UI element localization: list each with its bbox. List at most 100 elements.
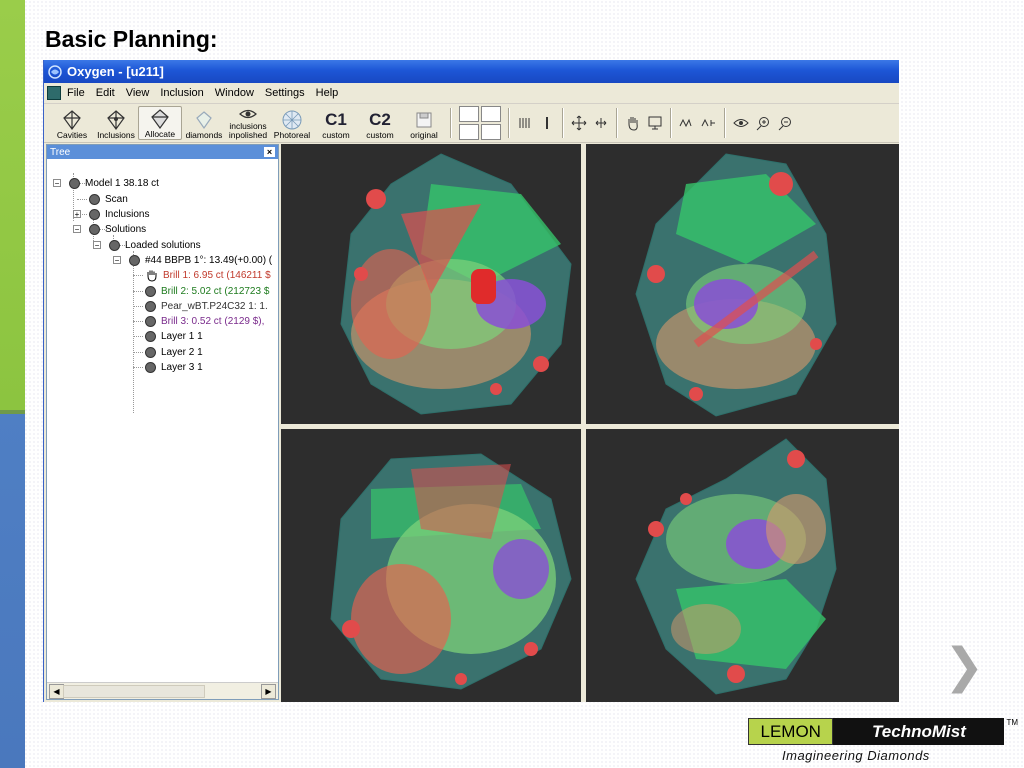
toolbar-separator [508,108,510,138]
viewport-top-right[interactable] [586,144,899,424]
tree-collapse-toggle[interactable]: − [113,256,121,265]
tree-item-brill-2[interactable]: Brill 2: 5.02 ct (212723 $ [145,284,269,298]
node-sphere-icon [89,223,100,235]
logo-trademark: TM [1006,718,1018,727]
next-slide-arrow-icon[interactable]: ❯ [944,638,984,694]
tree-item-layer-1[interactable]: Layer 1 1 [145,329,203,343]
node-sphere-icon [145,315,156,327]
pan-arrows-icon [595,118,607,128]
measure-1-button[interactable] [676,113,698,133]
pan-button[interactable] [590,113,612,133]
zoom-in-button[interactable] [752,113,774,133]
tree-item-loaded-solutions[interactable]: Loaded solutions [109,238,201,252]
diamonds-button[interactable]: diamonds [182,106,226,140]
close-icon[interactable]: × [264,147,275,157]
viewport-bottom-left[interactable] [281,429,581,702]
tree-connector [133,336,143,337]
measure-2-button[interactable] [698,113,720,133]
diamond-allocate-icon [151,109,169,129]
tree-item-pear[interactable]: Pear_wBT.P24C32 1: 1. [145,299,268,313]
tree-collapse-toggle[interactable]: − [93,241,101,250]
tree-item-layer-3[interactable]: Layer 3 1 [145,360,203,374]
c2-custom-button[interactable]: C2 custom [358,106,402,140]
floppy-icon [416,112,432,128]
tree-header: Tree × [47,145,278,159]
tree-item-solution-44[interactable]: #44 BBPB 1°: 13.49(+0.00) ( [129,253,272,267]
tree-collapse-toggle[interactable]: − [73,225,81,234]
node-sphere-icon [145,361,156,373]
menu-bar: File Edit View Inclusion Window Settings… [44,83,899,104]
c1-custom-button[interactable]: C1 custom [314,106,358,140]
document-icon[interactable] [47,86,61,100]
eye-view-button[interactable] [730,113,752,133]
menu-settings[interactable]: Settings [265,87,305,99]
bars-view-button[interactable] [514,113,536,133]
rough-diamond-3d-view [330,453,572,690]
screen-tool-button[interactable] [644,113,666,133]
inclusions-inpolished-button[interactable]: inclusions inpolished [226,106,270,140]
scroll-right-icon[interactable]: ▶ [261,684,276,699]
menu-window[interactable]: Window [215,87,254,99]
tree-connector [133,367,143,368]
rough-diamond-3d-view [340,153,572,415]
menu-help[interactable]: Help [316,87,339,99]
horizontal-scrollbar[interactable]: ◀ ▶ [47,682,278,699]
scrollbar-thumb[interactable] [63,685,205,698]
tree-item-brill-1[interactable]: Brill 1: 6.95 ct (146211 $ [145,268,271,282]
node-sphere-icon [145,285,156,297]
tree-item-brill-3[interactable]: Brill 3: 0.52 ct (2129 $), [145,314,264,328]
tree-item-scan[interactable]: Scan [89,192,128,206]
diamond-inclusions-icon [107,110,125,130]
toolbar: Cavities Inclusions Allocate diamonds in… [44,104,899,143]
layout-4-icon[interactable] [481,124,501,140]
rough-diamond-3d-view [635,153,837,417]
lemon-technomist-logo: LEMON TechnoMist TM Imagineering Diamond… [748,718,1018,766]
tree-panel: Tree × − Model 1 38.18 ct Scan + Inclusi… [46,144,279,700]
screen-icon [648,116,662,130]
tree-expand-toggle[interactable]: + [73,210,81,219]
tree-connector [133,275,143,276]
toolbar-separator [562,108,564,138]
photoreal-button[interactable]: Photoreal [270,106,314,140]
slide-accent-bar-green [0,0,25,410]
measure-icon [679,118,692,128]
node-sphere-icon [89,193,100,205]
eye-icon [239,109,257,119]
slide-title: Basic Planning: [45,26,218,52]
vertical-bars-icon [519,118,530,128]
zoom-out-button[interactable] [774,113,796,133]
tree-item-layer-2[interactable]: Layer 2 1 [145,345,203,359]
tree-connector [133,352,143,353]
viewport-top-left[interactable] [281,144,581,424]
cavities-button[interactable]: Cavities [50,106,94,140]
layout-2-icon[interactable] [481,106,501,122]
menu-edit[interactable]: Edit [96,87,115,99]
tree-item-model[interactable]: Model 1 38.18 ct [69,176,159,190]
viewport-bottom-right[interactable] [586,429,899,702]
split-view-button[interactable] [536,113,558,133]
tree-item-inclusions[interactable]: Inclusions [89,207,149,221]
tree-item-solutions[interactable]: Solutions [89,222,146,236]
original-button[interactable]: original [402,106,446,140]
menu-inclusion[interactable]: Inclusion [160,87,203,99]
node-sphere-icon [89,208,100,220]
hand-tool-button[interactable] [622,113,644,133]
measure-alt-icon [701,118,715,127]
slide-accent-bar-blue [0,410,25,768]
inclusions-button[interactable]: Inclusions [94,106,138,140]
scroll-left-icon[interactable]: ◀ [49,684,64,699]
move-button[interactable] [568,113,590,133]
tree-connector [133,306,143,307]
layout-1-icon[interactable] [459,106,479,122]
app-window: Oxygen - [u211] File Edit View Inclusion… [43,60,899,702]
menu-view[interactable]: View [126,87,150,99]
photoreal-gem-icon [282,110,302,130]
move-arrows-icon [571,115,587,131]
layout-grid-buttons[interactable] [459,106,501,140]
node-sphere-icon [109,239,120,251]
tree-collapse-toggle[interactable]: − [53,179,61,188]
rough-diamond-3d-view [635,438,837,695]
menu-file[interactable]: File [67,87,85,99]
allocate-button[interactable]: Allocate [138,106,182,140]
layout-3-icon[interactable] [459,124,479,140]
